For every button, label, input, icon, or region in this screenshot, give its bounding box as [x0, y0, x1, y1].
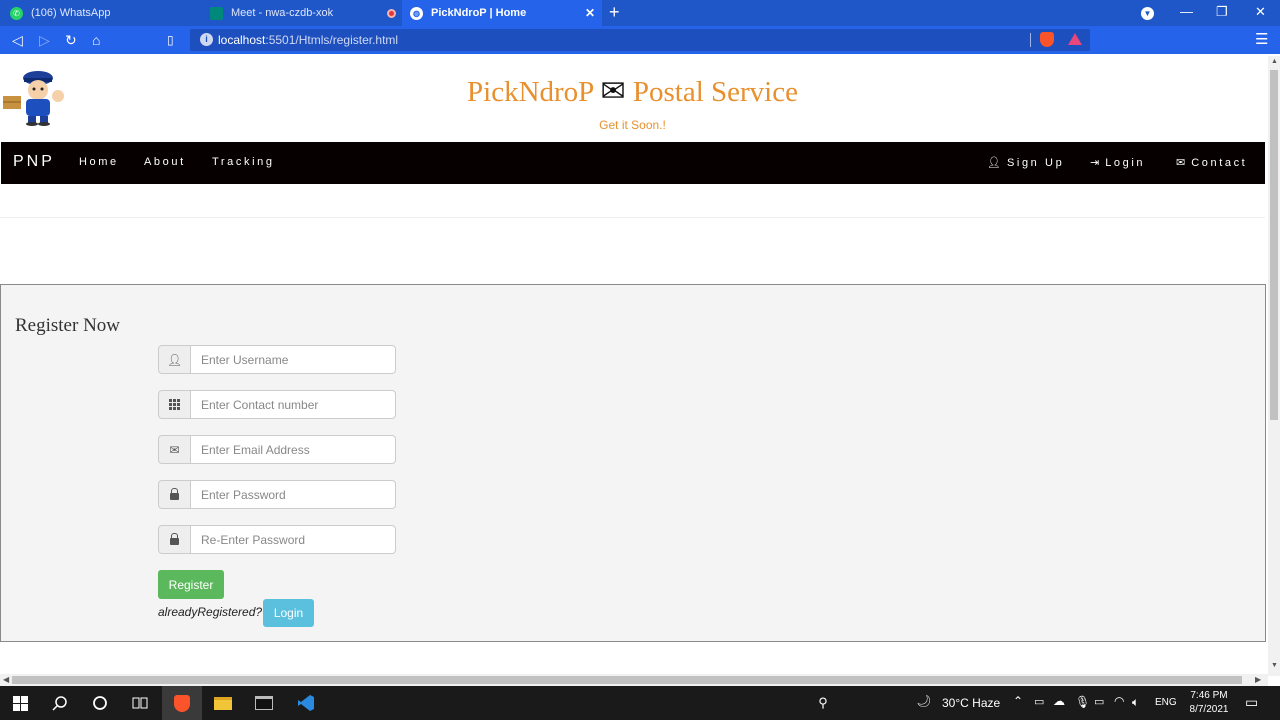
weather-text[interactable]: 30°C Haze: [942, 696, 1000, 710]
username-group: 👤︎: [158, 345, 396, 374]
envelope-icon: ✉: [600, 75, 626, 108]
weather-icon: 🌙︎: [916, 694, 932, 708]
brave-shield-icon[interactable]: [1040, 32, 1054, 47]
nav-contact[interactable]: ✉ Contact: [1176, 156, 1247, 169]
chevron-up-icon[interactable]: ⌃: [1013, 694, 1023, 708]
url-separator: [1030, 33, 1031, 47]
notification-icon[interactable]: ▭: [1245, 694, 1258, 711]
battery-icon[interactable]: ▭: [1094, 695, 1104, 708]
vscode-icon[interactable]: [286, 686, 326, 720]
scroll-left-icon[interactable]: ◀: [3, 675, 9, 684]
file-explorer-icon[interactable]: [203, 686, 243, 720]
menu-icon[interactable]: ☰: [1255, 30, 1268, 48]
site-title: PickNdroP ✉ Postal Service: [467, 75, 798, 108]
recording-icon: [387, 8, 396, 18]
meet-icon: [210, 6, 223, 20]
home-icon[interactable]: ⌂: [92, 31, 100, 49]
clock-time: 7:46 PM: [1190, 690, 1228, 701]
start-icon[interactable]: [0, 686, 40, 720]
microphone-icon[interactable]: 🎙︎: [1075, 695, 1090, 709]
site-info-icon[interactable]: i: [200, 33, 213, 46]
forward-icon[interactable]: ▷: [39, 31, 50, 49]
tab-meet[interactable]: Meet - nwa-czdb-xok: [200, 0, 402, 26]
close-tab-icon[interactable]: ✕: [585, 6, 595, 20]
password-input[interactable]: [191, 480, 396, 509]
envelope-icon: ✉: [1176, 157, 1186, 169]
terminal-icon[interactable]: [244, 686, 284, 720]
grid-icon: [158, 390, 191, 419]
cloud-icon[interactable]: ☁: [1053, 694, 1065, 708]
login-button[interactable]: Login: [263, 599, 314, 627]
already-registered-text: alreadyRegistered?: [158, 605, 263, 619]
back-icon[interactable]: ◁: [12, 31, 23, 49]
register-button[interactable]: Register: [158, 570, 224, 599]
clock[interactable]: 7:46 PM 8/7/2021: [1180, 689, 1238, 717]
password-group: [158, 480, 396, 509]
url-text[interactable]: localhost:5501/Htmls/register.html: [218, 33, 398, 47]
scroll-up-icon[interactable]: ▲: [1271, 58, 1278, 65]
cortana-icon[interactable]: [80, 686, 120, 720]
tab-title: Meet - nwa-czdb-xok: [231, 7, 334, 19]
task-view-icon[interactable]: [120, 686, 160, 720]
nav-signup[interactable]: 👤︎ Sign Up: [987, 156, 1064, 169]
minimize-icon[interactable]: —: [1180, 4, 1193, 19]
windows-taskbar: ⚲ 🌙︎ 30°C Haze ⌃ ▭ ☁ 🎙︎ ▭ ◠ 🔈︎ ENG 7:46 …: [0, 686, 1280, 720]
maximize-icon[interactable]: ❐: [1216, 4, 1228, 20]
tab-title: PickNdroP | Home: [431, 7, 527, 19]
navbar-brand[interactable]: PNP: [13, 153, 55, 171]
email-group: ✉: [158, 435, 396, 464]
nav-about[interactable]: About: [144, 156, 186, 168]
url-bar[interactable]: i localhost:5501/Htmls/register.html: [190, 29, 1090, 51]
repassword-group: [158, 525, 396, 554]
whatsapp-icon: ✆: [10, 6, 23, 20]
volume-icon[interactable]: 🔈︎: [1132, 695, 1139, 710]
bookmark-icon[interactable]: ▯: [167, 31, 174, 49]
new-tab-button[interactable]: +: [609, 3, 620, 21]
tab-title: (106) WhatsApp: [31, 7, 111, 19]
close-window-icon[interactable]: ✕: [1255, 4, 1266, 20]
lock-icon: [158, 525, 191, 554]
repassword-input[interactable]: [191, 525, 396, 554]
form-title: Register Now: [15, 315, 121, 336]
brave-browser-icon[interactable]: [162, 686, 202, 720]
email-input[interactable]: [191, 435, 396, 464]
tab-whatsapp[interactable]: ✆ (106) WhatsApp: [0, 0, 200, 26]
main-navbar: PNP Home About Tracking 👤︎ Sign Up ⇥ Login…: [1, 142, 1265, 184]
tab-pickndrop[interactable]: ◍ PickNdroP | Home ✕: [402, 0, 602, 26]
nav-tracking[interactable]: Tracking: [212, 156, 275, 168]
page-content: PickNdroP ✉ Postal Service Get it Soon.!…: [0, 56, 1268, 676]
browser-tab-bar: ✆ (106) WhatsApp Meet - nwa-czdb-xok ◍ P…: [0, 0, 1280, 26]
wifi-icon[interactable]: ◠: [1114, 694, 1124, 708]
horizontal-scrollbar[interactable]: ◀ ▶: [0, 674, 1268, 686]
user-icon: 👤︎: [158, 345, 191, 374]
address-toolbar: ◁ ▷ ↻ ⌂ ▯ i localhost:5501/Htmls/registe…: [0, 26, 1280, 54]
scroll-thumb[interactable]: [12, 676, 1242, 684]
globe-icon: ◍: [410, 6, 423, 20]
language-indicator[interactable]: ENG: [1155, 697, 1177, 708]
vertical-scrollbar[interactable]: ▲ ▼: [1268, 56, 1280, 676]
search-icon[interactable]: [40, 686, 80, 720]
username-input[interactable]: [191, 345, 396, 374]
brave-rewards-icon[interactable]: [1068, 33, 1082, 45]
divider: [0, 217, 1265, 218]
envelope-icon: ✉: [158, 435, 191, 464]
user-icon: 👤︎: [987, 157, 1001, 169]
meet-now-icon[interactable]: ▭: [1034, 695, 1044, 708]
scroll-right-icon[interactable]: ▶: [1255, 675, 1261, 684]
people-icon[interactable]: ⚲: [803, 686, 843, 720]
contact-group: [158, 390, 396, 419]
site-tagline: Get it Soon.!: [599, 118, 666, 132]
nav-home[interactable]: Home: [79, 156, 119, 168]
reload-icon[interactable]: ↻: [65, 31, 77, 49]
lock-icon: [158, 480, 191, 509]
clock-date: 8/7/2021: [1189, 704, 1229, 715]
tab-search-icon[interactable]: ▼: [1141, 4, 1154, 20]
contact-input[interactable]: [191, 390, 396, 419]
nav-login[interactable]: ⇥ Login: [1090, 156, 1145, 169]
scroll-thumb[interactable]: [1270, 70, 1278, 420]
register-form-panel: Register Now 👤︎ ✉ Register alreadyRegist…: [0, 284, 1266, 642]
scroll-down-icon[interactable]: ▼: [1271, 662, 1278, 669]
login-icon: ⇥: [1090, 157, 1100, 169]
